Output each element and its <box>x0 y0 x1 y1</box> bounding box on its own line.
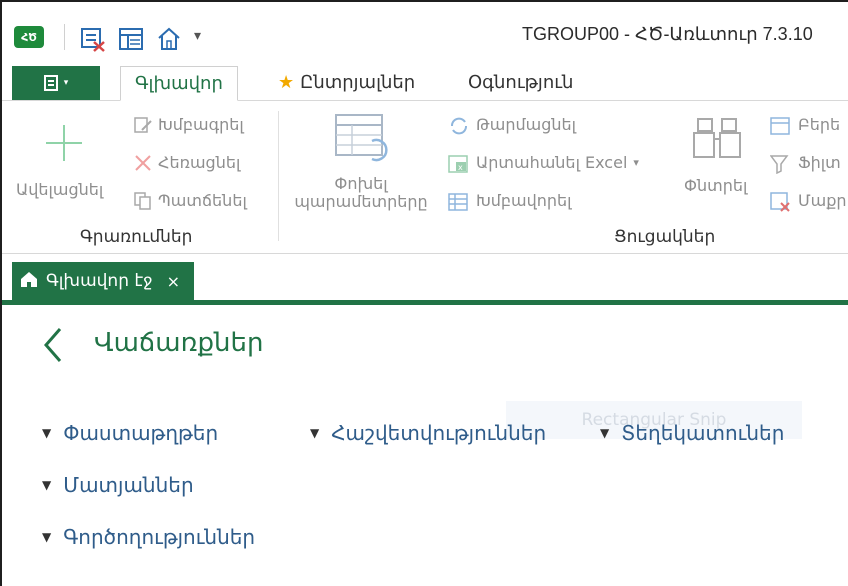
document-tab-strip: Գլխավոր էջ × <box>2 254 848 305</box>
chevron-down-icon: ▼ <box>42 426 52 440</box>
export-excel-label: Արտահանել Excel <box>476 153 628 172</box>
file-menu-button[interactable]: ▾ <box>12 66 100 100</box>
group-label: Խմբավորել <box>476 191 572 210</box>
group-separator <box>278 111 279 241</box>
refresh-label: Թարմացնել <box>476 115 576 134</box>
chevron-down-icon: ▾ <box>63 78 69 88</box>
tab-home-page[interactable]: Գլխավոր էջ × <box>12 262 195 300</box>
clear-sort-icon <box>770 191 792 212</box>
open-label: Բերե <box>798 115 841 134</box>
operations-group-label: Գրառումներ <box>80 227 193 247</box>
ribbon-body: Ավելացնել Խմբագրել Հեռացնել Պատճենել Գրա… <box>2 101 848 254</box>
section-operations[interactable]: ▼ Գործողություններ <box>42 525 255 549</box>
group-button[interactable]: Խմբավորել <box>448 191 572 211</box>
main-content: Վաճառքներ Rectangular Snip ▼ Փաստաթղթեր … <box>2 305 848 586</box>
filter-button[interactable]: Ֆիլտ <box>769 153 841 174</box>
window-title: TGROUP00 - ՀԾ-Առևտուր 7.3.10 <box>522 24 813 44</box>
filter-label: Ֆիլտ <box>798 153 841 172</box>
tab-home-page-label: Գլխավոր էջ <box>46 271 153 291</box>
tab-favorites-label: Ընտրյալներ <box>300 72 416 93</box>
chevron-down-icon: ▼ <box>600 426 610 440</box>
tab-favorites[interactable]: ★ Ընտրյալներ <box>264 66 429 100</box>
filter-icon <box>769 154 792 174</box>
section-reports-label: Հաշվետվություններ <box>331 421 547 445</box>
change-params-label-2: պարամետրերը <box>294 192 428 211</box>
svg-text:x: x <box>458 163 463 172</box>
app-logo-icon[interactable]: ՀԾ <box>14 26 44 48</box>
home-icon <box>20 270 38 293</box>
export-dropdown-icon[interactable]: ▾ <box>633 156 639 169</box>
section-operations-label: Գործողություններ <box>63 525 256 549</box>
dropdown-icon[interactable]: ▾ <box>194 28 201 44</box>
delete-label: Հեռացնել <box>158 153 241 172</box>
copy-button[interactable]: Պատճենել <box>134 191 247 210</box>
section-documents[interactable]: ▼ Փաստաթղթեր <box>42 421 218 445</box>
chevron-down-icon: ▼ <box>310 426 320 440</box>
title-bar: ՀԾ ▾ TGROUP00 - ՀԾ-Առևտուր 7.3.10 <box>2 2 848 62</box>
edit-label: Խմբագրել <box>158 115 244 134</box>
section-references[interactable]: ▼ Տեղեկատուներ <box>600 421 784 445</box>
back-chevron-icon[interactable] <box>42 325 64 365</box>
edit-icon <box>134 116 152 134</box>
delete-button[interactable]: Հեռացնել <box>134 153 240 172</box>
section-journals[interactable]: ▼ Մատյաններ <box>42 473 194 497</box>
group-table-icon <box>448 192 470 211</box>
lists-group-label: Ցուցակներ <box>614 227 716 247</box>
section-reports[interactable]: ▼ Հաշվետվություններ <box>310 421 546 445</box>
sort-button[interactable]: Մաքր <box>770 191 847 212</box>
star-icon: ★ <box>278 72 295 93</box>
excel-icon: x <box>448 154 470 173</box>
section-documents-label: Փաստաթղթեր <box>63 421 219 445</box>
home-icon[interactable] <box>156 26 182 56</box>
page-title: Վաճառքներ <box>94 328 264 358</box>
change-params-button[interactable]: Փոխել պարամետրերը <box>286 175 436 211</box>
refresh-icon <box>448 116 470 134</box>
title-separator <box>64 24 65 50</box>
add-button[interactable]: Ավելացնել <box>16 181 103 199</box>
open-button[interactable]: Բերե <box>770 115 841 135</box>
open-table-icon <box>770 116 792 135</box>
edit-button[interactable]: Խմբագրել <box>134 115 244 134</box>
section-journals-label: Մատյաններ <box>63 473 194 497</box>
refresh-button[interactable]: Թարմացնել <box>448 115 576 134</box>
change-params-icon <box>334 113 394 169</box>
chevron-down-icon: ▼ <box>42 530 52 544</box>
exit-icon[interactable] <box>80 26 106 56</box>
ribbon-tab-bar: ▾ Գլխավոր ★ Ընտրյալներ Օգնություն <box>2 66 848 101</box>
sort-label: Մաքր <box>798 191 847 210</box>
section-references-label: Տեղեկատուներ <box>621 421 785 445</box>
add-icon <box>44 123 84 167</box>
change-params-label-1: Փոխել <box>334 174 388 193</box>
delete-x-icon <box>134 154 152 172</box>
search-button[interactable]: Փնտրել <box>684 177 747 195</box>
close-icon[interactable]: × <box>167 272 180 291</box>
tab-home[interactable]: Գլխավոր <box>120 66 238 101</box>
search-binoculars-icon <box>692 115 742 165</box>
copy-icon <box>134 191 152 210</box>
copy-label: Պատճենել <box>158 191 247 210</box>
export-excel-button[interactable]: x Արտահանել Excel ▾ <box>448 153 639 173</box>
tab-help[interactable]: Օգնություն <box>454 66 587 100</box>
file-menu-icon <box>43 75 58 91</box>
table-view-icon[interactable] <box>118 26 144 56</box>
chevron-down-icon: ▼ <box>42 478 52 492</box>
